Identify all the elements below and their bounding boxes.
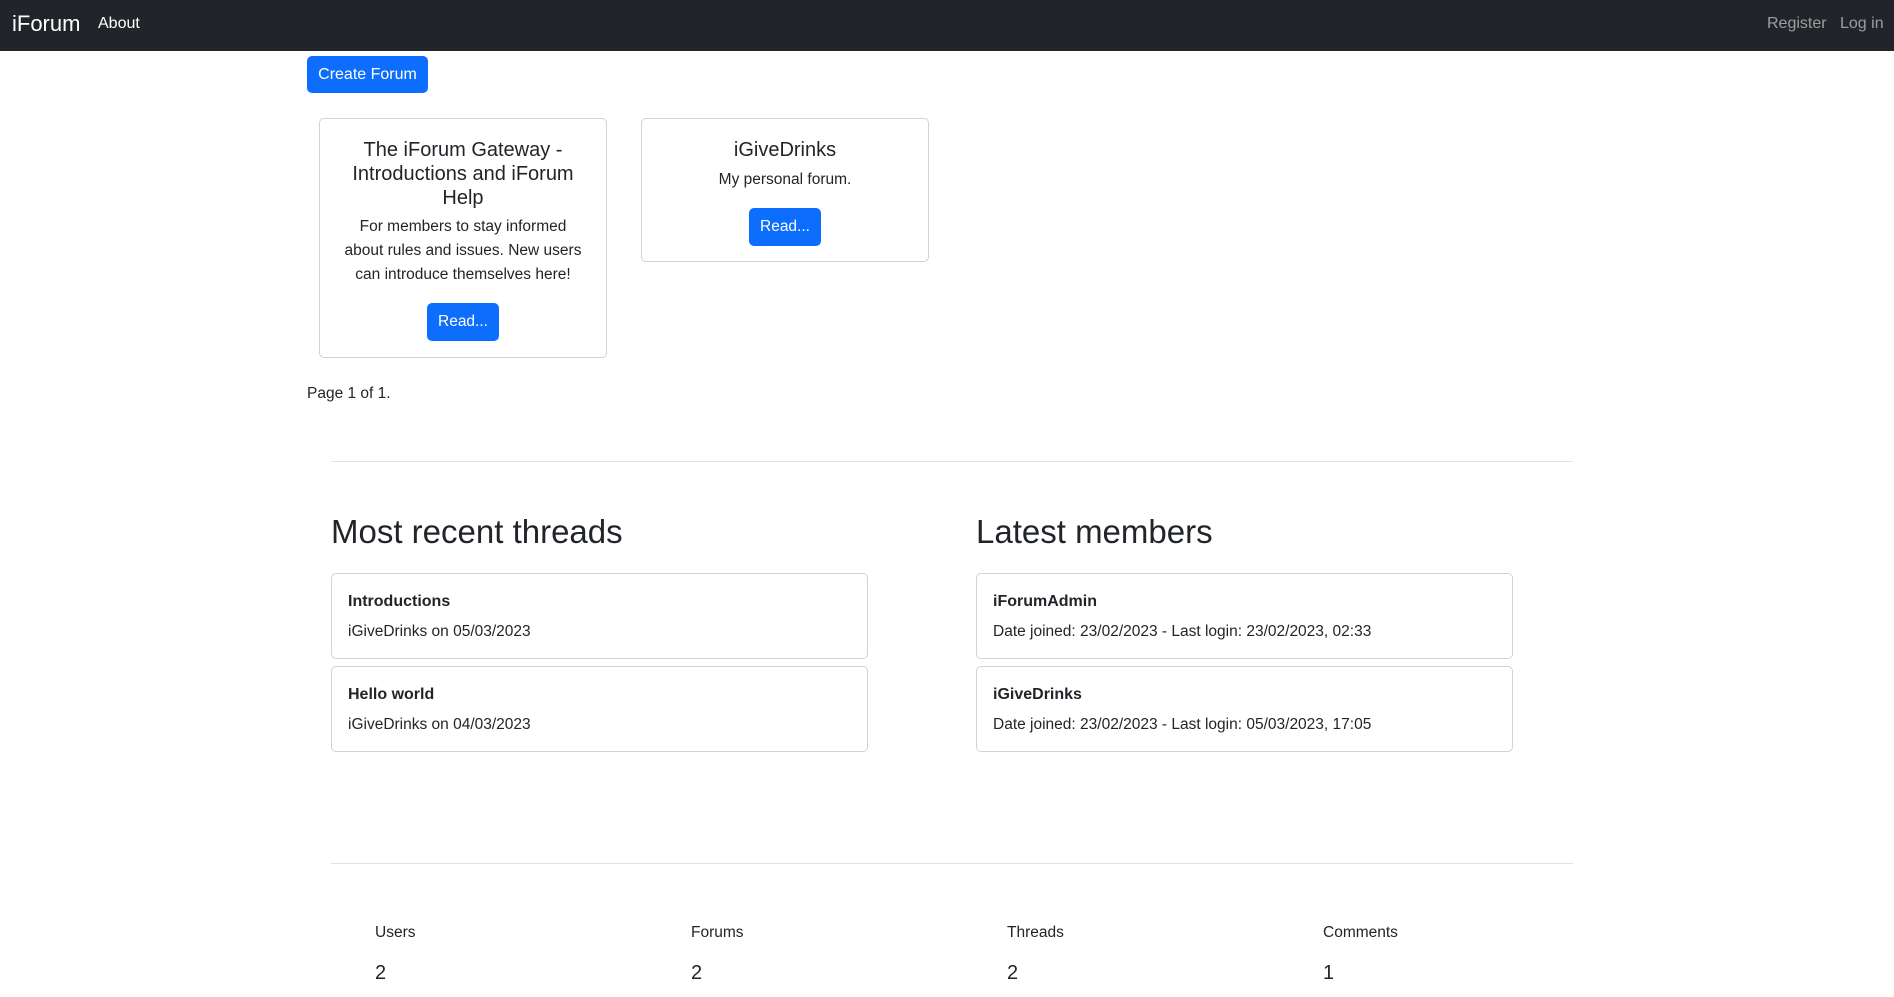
- brand-link[interactable]: iForum: [12, 11, 80, 37]
- nav-login-link[interactable]: Log in: [1840, 14, 1884, 34]
- stat-comments-label: Comments: [1323, 924, 1398, 941]
- forum-description: My personal forum.: [718, 171, 852, 188]
- nav-register-link[interactable]: Register: [1767, 14, 1827, 34]
- stat-users-label: Users: [375, 924, 416, 941]
- member-meta: Date joined: 23/02/2023 - Last login: 23…: [993, 623, 1372, 640]
- member-name[interactable]: iForumAdmin: [993, 591, 1097, 613]
- read-forum-button[interactable]: Read...: [749, 208, 821, 246]
- stat-threads-value: 2: [1007, 962, 1019, 984]
- thread-title[interactable]: Hello world: [348, 684, 434, 706]
- members-heading: Latest members: [976, 513, 1213, 550]
- member-card[interactable]: iGiveDrinks Date joined: 23/02/2023 - La…: [976, 666, 1513, 752]
- member-card[interactable]: iForumAdmin Date joined: 23/02/2023 - La…: [976, 573, 1513, 659]
- read-forum-button[interactable]: Read...: [427, 303, 499, 341]
- threads-heading: Most recent threads: [331, 513, 623, 550]
- thread-card[interactable]: Introductions iGiveDrinks on 05/03/2023: [331, 573, 868, 659]
- member-meta: Date joined: 23/02/2023 - Last login: 05…: [993, 716, 1372, 733]
- section-divider: [331, 461, 1573, 462]
- forum-title: iGiveDrinks: [733, 139, 837, 161]
- thread-card[interactable]: Hello world iGiveDrinks on 04/03/2023: [331, 666, 868, 752]
- stat-threads-label: Threads: [1007, 924, 1064, 941]
- pagination-info: Page 1 of 1.: [307, 385, 391, 402]
- stat-comments-value: 1: [1323, 962, 1335, 984]
- stat-forums-value: 2: [691, 962, 703, 984]
- thread-meta: iGiveDrinks on 04/03/2023: [348, 716, 531, 733]
- forum-card: iGiveDrinks My personal forum. Read...: [641, 118, 929, 262]
- create-forum-button[interactable]: Create Forum: [307, 56, 428, 93]
- stat-users-value: 2: [375, 962, 387, 984]
- stat-forums-label: Forums: [691, 924, 744, 941]
- forum-card: The iForum Gateway - Introductions and i…: [319, 118, 607, 358]
- forum-description: For members to stay informed about rules…: [344, 218, 582, 283]
- nav-about-link[interactable]: About: [98, 14, 140, 34]
- section-divider: [331, 863, 1573, 864]
- member-name[interactable]: iGiveDrinks: [993, 684, 1082, 706]
- forum-title: The iForum Gateway - Introductions and i…: [352, 139, 574, 209]
- thread-title[interactable]: Introductions: [348, 591, 450, 613]
- navbar: iForum About Register Log in: [0, 0, 1894, 51]
- thread-meta: iGiveDrinks on 05/03/2023: [348, 623, 531, 640]
